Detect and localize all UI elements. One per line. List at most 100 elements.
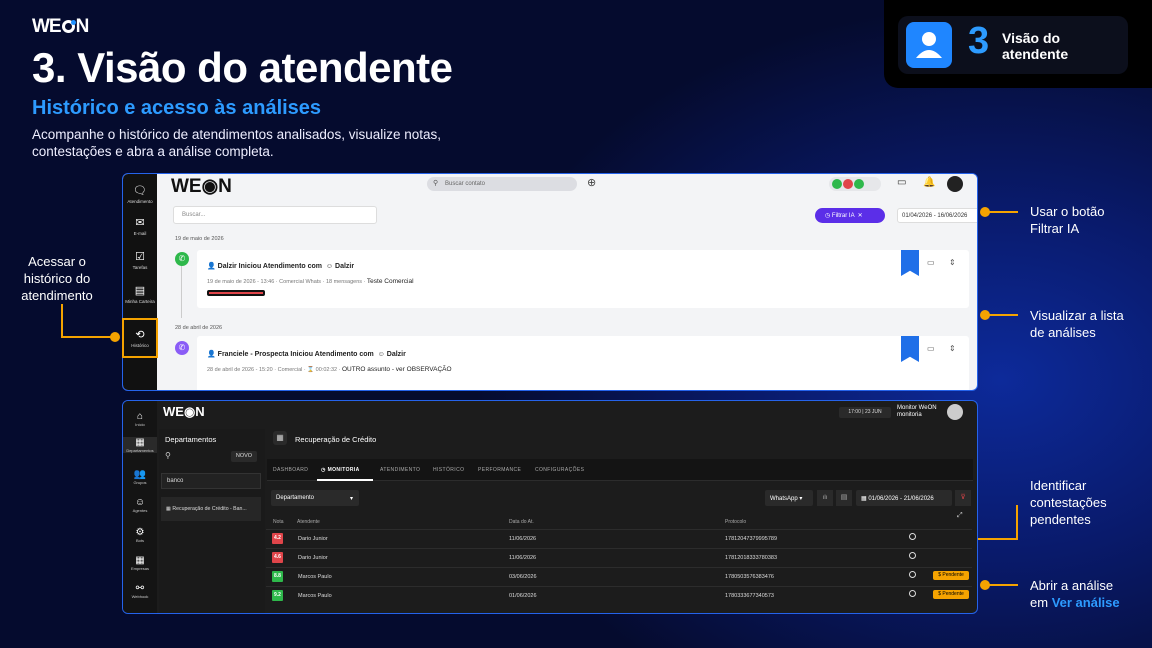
callout-contestacoes: Identificar contestações pendentes xyxy=(1030,478,1107,527)
search-icon[interactable]: ⚲ xyxy=(165,451,171,460)
table-row[interactable]: 4.6 Dario Junior 11/06/2026 178120183337803… xyxy=(266,548,972,566)
protocolo: 17812047379995789 xyxy=(725,536,778,542)
history-card[interactable]: 👤 Franciele - Prospecta Iniciou Atendime… xyxy=(197,336,969,390)
bell-icon[interactable]: 🔔 xyxy=(923,177,935,188)
channel-status[interactable] xyxy=(829,177,881,191)
dept-search-input[interactable]: banco xyxy=(161,473,261,489)
sidebar-item-inicio[interactable]: ⌂ Início xyxy=(123,411,157,427)
panel-title: Departamentos xyxy=(165,435,217,444)
callout-line xyxy=(988,211,1018,213)
sidebar-item-empresas[interactable]: ▦ Empresas xyxy=(123,555,157,571)
score-badge: 9.2 xyxy=(272,590,283,601)
pendente-badge[interactable]: $ Pendente xyxy=(933,571,969,580)
tab-dashboard[interactable]: DASHBOARD xyxy=(273,467,308,473)
sidebar-item-webhook[interactable]: ⚯ Webhook xyxy=(123,583,157,599)
sidebar-item-tarefas[interactable]: ☑ Tarefas xyxy=(123,250,157,270)
sidebar: 🗨 Atendimento ✉ E-mail ☑ Tarefas ▤ Minha Car… xyxy=(123,174,157,390)
badge-line2: atendente xyxy=(1002,46,1069,62)
dept-list-item[interactable]: ▦ Recuperação de Crédito - Ban... xyxy=(161,497,261,521)
history-card[interactable]: 👤 Dalzir Iniciou Atendimento com ☺ Dalzi… xyxy=(197,250,969,308)
badge-line1: Visão do xyxy=(1002,30,1061,46)
date-range[interactable]: ▦ 01/06/2026 - 21/06/2026 xyxy=(856,490,952,506)
filter-icon[interactable]: ⊽ xyxy=(955,490,971,506)
page-subtitle: Histórico e acesso às análises xyxy=(32,97,322,119)
avatar[interactable] xyxy=(947,404,963,420)
whatsapp-icon[interactable] xyxy=(909,552,916,559)
analysis-bookmark-icon[interactable] xyxy=(901,336,919,362)
sidebar-item-bots[interactable]: ⚙ Bots xyxy=(123,527,157,543)
chat-icon[interactable]: ▭ xyxy=(897,177,906,188)
atendente: Dario Junior xyxy=(298,536,328,542)
filtrar-ia-button[interactable]: ◷ Filtrar IA ✕ xyxy=(815,208,885,223)
sidebar-item-email[interactable]: ✉ E-mail xyxy=(123,216,157,236)
atendente: Marcos Paulo xyxy=(298,593,332,599)
whatsapp-icon[interactable] xyxy=(909,590,916,597)
comment-icon[interactable]: ▭ xyxy=(927,344,935,353)
sidebar-item-agentes[interactable]: ☺ Agentes xyxy=(123,497,157,513)
score-badge: 8.8 xyxy=(272,571,283,582)
page-description: Acompanhe o histórico de atendimentos an… xyxy=(32,127,441,159)
score-badge: 4.6 xyxy=(272,552,283,563)
date-header: 28 de abril de 2026 xyxy=(175,325,223,331)
atendente: Dario Junior xyxy=(298,555,328,561)
callout-filtrar: Usar o botão Filtrar IA xyxy=(1030,204,1105,236)
search-input[interactable]: Buscar contato xyxy=(427,177,577,191)
table-icon[interactable]: ▤ xyxy=(836,490,852,506)
callout-historico: Acessar o histórico do atendimento xyxy=(21,254,93,303)
novo-button[interactable]: NOVO xyxy=(231,451,257,462)
whatsapp-icon[interactable] xyxy=(909,571,916,578)
callout-line xyxy=(1016,505,1018,540)
dept-title: Recuperação de Crédito xyxy=(295,435,377,444)
data-atendimento: 11/06/2026 xyxy=(509,536,537,542)
avatar[interactable] xyxy=(947,176,963,192)
building-icon: ▦ xyxy=(273,431,287,445)
expand-icon[interactable]: ⇕ xyxy=(949,344,956,353)
callout-line xyxy=(61,304,63,337)
pendente-badge[interactable]: $ Pendente xyxy=(933,590,969,599)
date-range[interactable]: 01/04/2026 - 16/06/2026 xyxy=(897,208,977,223)
weon-logo: WE◉N xyxy=(171,176,232,197)
sidebar-item-departamentos[interactable]: ▦ Departamentos xyxy=(123,437,157,453)
whatsapp-icon[interactable] xyxy=(909,533,916,540)
sidebar-item-atendimento[interactable]: 🗨 Atendimento xyxy=(123,184,157,204)
callout-lista: Visualizar a lista de análises xyxy=(1030,308,1124,340)
department-select[interactable]: Departamento ▾ xyxy=(271,490,359,506)
expand-icon[interactable]: ⇕ xyxy=(949,258,956,267)
tab-performance[interactable]: PERFORMANCE xyxy=(478,467,521,473)
table-row[interactable]: 9.2 Marcos Paulo 01/06/2026 17803336773405​… xyxy=(266,586,972,604)
tab-monitoria[interactable]: ◷ MONITORIA xyxy=(321,467,360,473)
sidebar-item-grupos[interactable]: 👥 Grupos xyxy=(123,469,157,485)
table-row[interactable]: 8.8 Marcos Paulo 03/06/2026 17805035763834​… xyxy=(266,567,972,585)
buscar-input[interactable]: Buscar... xyxy=(173,206,377,224)
sidebar: ⌂ Início ▦ Departamentos 👥 Grupos ☺ Agentes … xyxy=(123,401,157,613)
weon-logo: WE◉N xyxy=(163,404,205,419)
plus-icon[interactable]: ⊕ xyxy=(587,176,596,189)
callout-line xyxy=(988,584,1018,586)
data-atendimento: 03/06/2026 xyxy=(509,574,537,580)
protocolo: 17805035763834​76 xyxy=(725,574,774,580)
search-icon: ⚲ xyxy=(433,180,439,187)
chart-icon[interactable]: ılı xyxy=(817,490,833,506)
history-screenshot: 🗨 Atendimento ✉ E-mail ☑ Tarefas ▤ Minha Car… xyxy=(122,173,978,391)
date-header: 19 de maio de 2026 xyxy=(175,236,224,242)
tab-atendimento[interactable]: ATENDIMENTO xyxy=(380,467,420,473)
callout-ver-analise: Abrir a análise em Ver análise xyxy=(1030,578,1120,610)
sidebar-item-carteira[interactable]: ▤ Minha Carteira xyxy=(123,284,157,304)
comment-icon[interactable]: ▭ xyxy=(927,258,935,267)
highlight-box xyxy=(122,318,158,358)
callout-dot xyxy=(110,332,120,342)
protocolo: 17812018333780383 xyxy=(725,555,778,561)
badge-number: 3 xyxy=(968,20,990,62)
tabs-bar: DASHBOARD ◷ MONITORIA ATENDIMENTO HISTÓR… xyxy=(267,459,973,481)
tab-historico[interactable]: HISTÓRICO xyxy=(433,467,464,473)
analysis-bookmark-icon[interactable] xyxy=(901,250,919,276)
score-badge: 4.2 xyxy=(272,533,283,544)
active-tab-indicator xyxy=(317,479,373,481)
data-atendimento: 11/06/2026 xyxy=(509,555,537,561)
timeline xyxy=(181,258,182,318)
table-row[interactable]: 4.2 Dario Junior 11/06/2026 178120473799957… xyxy=(266,529,972,547)
whatsapp-icon: ✆ xyxy=(175,252,189,266)
callout-line xyxy=(61,336,114,338)
channel-select[interactable]: WhatsApp ▾ xyxy=(765,490,813,506)
tab-configuracoes[interactable]: CONFIGURAÇÕES xyxy=(535,467,584,473)
